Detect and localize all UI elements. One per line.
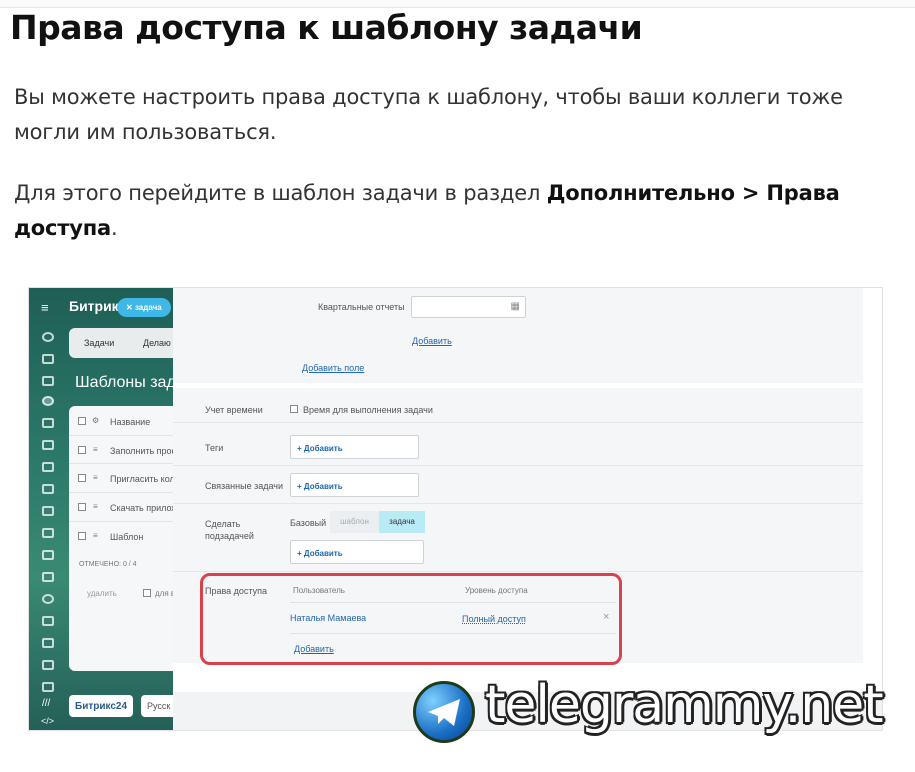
footer-brand[interactable]: Битрикс24 bbox=[69, 695, 133, 717]
chip-label: задача bbox=[134, 303, 162, 312]
edit-icon[interactable] bbox=[42, 528, 54, 538]
tags-input[interactable]: + Добавить bbox=[290, 435, 419, 459]
divider bbox=[173, 422, 863, 423]
watermark: telegrammy.net bbox=[413, 675, 893, 745]
calendar-icon[interactable] bbox=[42, 418, 54, 428]
add-field-link[interactable]: Добавить поле bbox=[302, 363, 364, 373]
telegram-logo-icon bbox=[413, 681, 475, 743]
menu-icon[interactable]: ≡ bbox=[41, 300, 49, 315]
divider bbox=[173, 571, 863, 572]
toggle-task[interactable]: задача bbox=[379, 511, 425, 533]
list-item[interactable]: Заполнить проф bbox=[110, 446, 179, 456]
time-tracking-text: Время для выполнения задачи bbox=[303, 405, 433, 415]
related-tasks-label: Связанные задачи bbox=[205, 481, 284, 491]
inbox-icon[interactable] bbox=[42, 660, 54, 670]
menu-icon[interactable]: ≡ bbox=[93, 502, 98, 511]
tab-doing[interactable]: Делаю bbox=[143, 338, 171, 348]
instruction-suffix: . bbox=[110, 216, 118, 240]
for-all-checkbox[interactable] bbox=[143, 589, 151, 597]
tasks-icon[interactable] bbox=[42, 396, 54, 406]
close-icon[interactable]: ✕ bbox=[126, 303, 135, 312]
top-divider bbox=[0, 0, 915, 8]
tasks-tabs: Задачи Делаю bbox=[69, 328, 173, 358]
menu-icon[interactable]: ≡ bbox=[93, 445, 98, 454]
language-selector[interactable]: Русск bbox=[141, 695, 173, 717]
subtask-label-1: Сделать bbox=[205, 519, 241, 529]
divider bbox=[69, 521, 173, 522]
base-label: Базовый bbox=[290, 518, 327, 528]
time-tracking-checkbox[interactable] bbox=[290, 405, 298, 413]
tags-label: Теги bbox=[205, 443, 224, 453]
chat-icon[interactable] bbox=[42, 354, 54, 364]
docs-icon[interactable] bbox=[42, 440, 54, 450]
filter-icon[interactable] bbox=[42, 550, 54, 560]
bitrix-screenshot: ≡ /// </> Битрикс ✕ задача Задачи Делаю bbox=[28, 287, 883, 731]
subtask-input[interactable]: + Добавить bbox=[290, 540, 424, 564]
row-checkbox[interactable] bbox=[78, 532, 86, 540]
time-tracking-label: Учет времени bbox=[205, 405, 263, 415]
subtask-label-2: подзадачей bbox=[205, 531, 254, 541]
task-chip[interactable]: ✕ задача bbox=[117, 298, 171, 317]
instruction-prefix: Для этого перейдите в шаблон задачи в ра… bbox=[14, 181, 547, 205]
drive-icon[interactable] bbox=[42, 462, 54, 472]
delete-button[interactable]: удалить bbox=[87, 589, 117, 598]
menu-icon[interactable]: ≡ bbox=[93, 473, 98, 482]
messages-icon[interactable] bbox=[42, 376, 54, 386]
templates-list: ⚙ Название ≡ Заполнить проф ≡ Пригласить… bbox=[69, 406, 180, 671]
divider bbox=[173, 503, 863, 504]
tab-tasks[interactable]: Задачи bbox=[84, 338, 114, 348]
add-subtask-button[interactable]: + Добавить bbox=[297, 549, 343, 558]
divider bbox=[69, 492, 173, 493]
related-tasks-input[interactable]: + Добавить bbox=[290, 473, 419, 497]
stripes-icon[interactable]: /// bbox=[42, 698, 50, 709]
page-title: Права доступа к шаблону задачи bbox=[10, 8, 643, 47]
task-form: Квартальные отчеты ▦ Добавить Добавить п… bbox=[173, 288, 882, 692]
shop-icon[interactable] bbox=[42, 572, 54, 582]
row-checkbox[interactable] bbox=[78, 446, 86, 454]
feed-icon[interactable] bbox=[42, 332, 54, 342]
toggle-template[interactable]: шаблон bbox=[330, 511, 379, 533]
divider bbox=[173, 465, 863, 466]
calendar-icon[interactable]: ▦ bbox=[511, 301, 520, 312]
list-header-name: Название bbox=[110, 417, 151, 427]
cart-icon[interactable] bbox=[42, 616, 54, 626]
mail-icon[interactable] bbox=[42, 484, 54, 494]
custom-fields-card: Квартальные отчеты ▦ Добавить Добавить п… bbox=[173, 288, 863, 383]
menu-icon[interactable]: ≡ bbox=[93, 531, 98, 540]
templates-title: Шаблоны зада bbox=[75, 374, 185, 391]
access-highlight-frame bbox=[200, 573, 622, 665]
add-tag-button[interactable]: + Добавить bbox=[297, 444, 343, 453]
row-checkbox[interactable] bbox=[78, 474, 86, 482]
instruction-paragraph: Для этого перейдите в шаблон задачи в ра… bbox=[14, 176, 894, 246]
left-sidebar: ≡ /// </> Битрикс ✕ задача Задачи Делаю bbox=[29, 288, 185, 730]
intro-paragraph: Вы можете настроить права доступа к шабл… bbox=[14, 85, 843, 144]
list-item[interactable]: Скачать прилож bbox=[110, 503, 177, 513]
list-item[interactable]: Шаблон bbox=[110, 532, 143, 542]
quarterly-date-input[interactable]: ▦ bbox=[411, 296, 526, 318]
icon-rail: ≡ /// </> bbox=[29, 288, 67, 730]
divider bbox=[69, 435, 173, 436]
add-related-button[interactable]: + Добавить bbox=[297, 482, 343, 491]
users-icon[interactable] bbox=[42, 506, 54, 516]
sites-icon[interactable] bbox=[42, 682, 54, 692]
divider bbox=[69, 463, 173, 464]
quarterly-label: Квартальные отчеты bbox=[318, 302, 405, 312]
watermark-text: telegrammy.net bbox=[485, 675, 884, 735]
contacts-icon[interactable] bbox=[42, 638, 54, 648]
code-icon[interactable]: </> bbox=[41, 716, 54, 726]
selected-count: ОТМЕЧЕНО: 0 / 4 bbox=[79, 561, 137, 568]
select-all-checkbox[interactable] bbox=[78, 417, 86, 425]
add-value-link[interactable]: Добавить bbox=[412, 336, 452, 346]
row-checkbox[interactable] bbox=[78, 503, 86, 511]
target-icon[interactable] bbox=[42, 594, 54, 604]
list-item[interactable]: Пригласить колл bbox=[110, 474, 180, 484]
settings-icon[interactable]: ⚙ bbox=[92, 416, 99, 425]
